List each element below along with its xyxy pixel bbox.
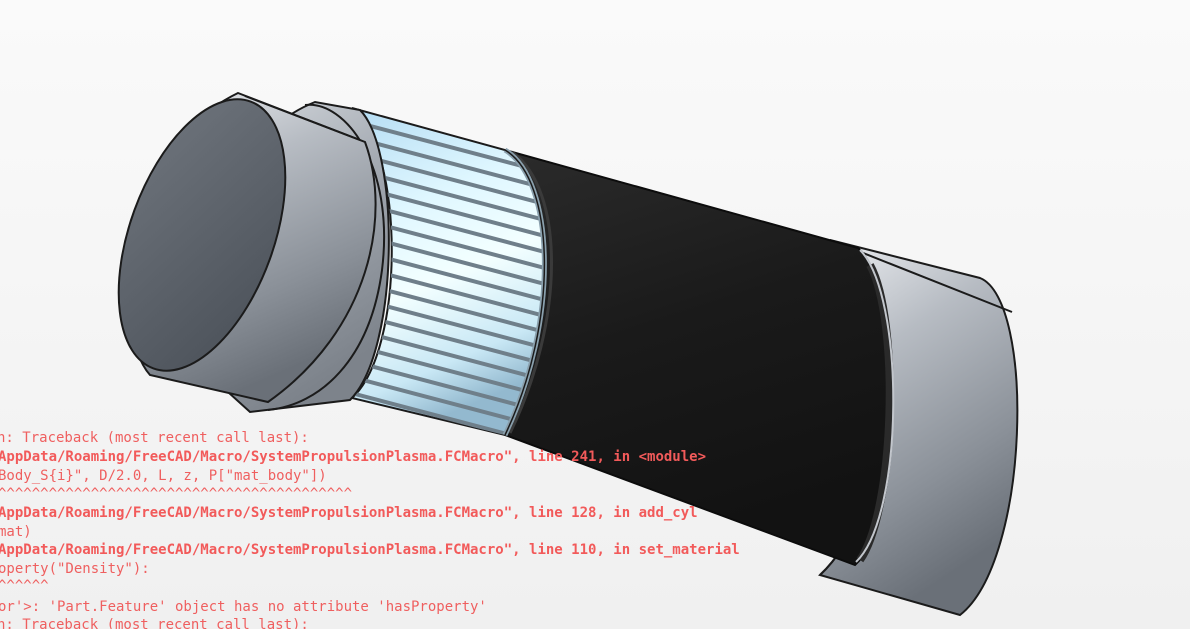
main-body-black[interactable]: [503, 149, 895, 567]
propulsion-assembly-model[interactable]: [0, 0, 1190, 629]
3d-viewport[interactable]: n: Traceback (most recent call last): Ap…: [0, 0, 1190, 629]
